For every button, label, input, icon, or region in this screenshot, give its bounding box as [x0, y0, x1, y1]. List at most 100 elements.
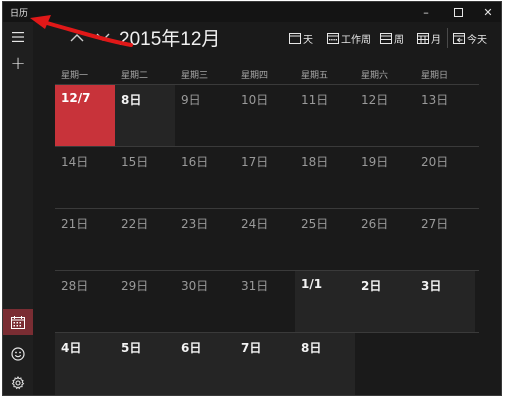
today-icon — [453, 32, 465, 44]
month-grid: 星期一 星期二 星期三 星期四 星期五 星期六 星期日 12/7 8日 9日 10日 11日 12日 1… — [55, 64, 479, 395]
today-button[interactable]: 今天 — [453, 30, 487, 46]
day-number: 12日 — [361, 93, 389, 107]
day-cell — [355, 333, 415, 395]
hamburger-menu-button[interactable] — [3, 24, 33, 50]
week-row: 28日 29日 30日 31日 1/1 2日 3日 — [55, 270, 479, 333]
week-view-icon — [380, 32, 392, 44]
calendar-view-button[interactable] — [3, 309, 33, 335]
week-row: 4日 5日 6日 7日 8日 — [55, 332, 479, 395]
day-cell[interactable]: 5日 — [115, 333, 175, 395]
day-number: 15日 — [121, 155, 149, 169]
weekday-label: 星期六 — [361, 71, 389, 81]
day-cell[interactable]: 13日 — [415, 85, 475, 147]
day-cell[interactable]: 2日 — [355, 271, 415, 333]
day-cell[interactable]: 14日 — [55, 147, 115, 209]
day-number: 10日 — [241, 93, 269, 107]
day-number: 25日 — [301, 217, 329, 231]
day-cell[interactable]: 19日 — [355, 147, 415, 209]
day-cell[interactable]: 31日 — [235, 271, 295, 333]
day-cell[interactable]: 28日 — [55, 271, 115, 333]
view-week-button[interactable]: 周 — [380, 30, 404, 46]
day-cell[interactable]: 23日 — [175, 209, 235, 271]
close-button[interactable]: ✕ — [473, 2, 503, 22]
day-cell[interactable]: 21日 — [55, 209, 115, 271]
view-week-label: 周 — [394, 34, 404, 46]
day-number: 24日 — [241, 217, 269, 231]
view-workweek-button[interactable]: 工作周 — [327, 30, 371, 46]
day-number: 29日 — [121, 279, 149, 293]
maximize-button[interactable] — [443, 2, 473, 22]
new-event-button[interactable]: + — [3, 50, 33, 76]
day-number: 16日 — [181, 155, 209, 169]
day-cell[interactable]: 9日 — [175, 85, 235, 147]
day-cell[interactable]: 29日 — [115, 271, 175, 333]
day-number: 13日 — [421, 93, 449, 107]
week-row: 12/7 8日 9日 10日 11日 12日 13日 — [55, 84, 479, 147]
view-month-label: 月 — [431, 34, 441, 46]
today-label: 今天 — [467, 34, 487, 46]
day-number: 6日 — [181, 341, 202, 355]
day-cell[interactable]: 26日 — [355, 209, 415, 271]
day-number: 30日 — [181, 279, 209, 293]
day-number: 1/1 — [301, 277, 323, 291]
next-month-button[interactable] — [93, 27, 113, 47]
day-number: 12/7 — [61, 91, 91, 105]
view-workweek-label: 工作周 — [341, 34, 371, 46]
workweek-view-icon — [327, 32, 339, 44]
day-cell[interactable]: 27日 — [415, 209, 475, 271]
day-number: 2日 — [361, 279, 382, 293]
day-cell[interactable]: 22日 — [115, 209, 175, 271]
day-cell[interactable]: 1/1 — [295, 271, 355, 333]
day-cell-today[interactable]: 12/7 — [55, 85, 115, 147]
day-cell[interactable]: 7日 — [235, 333, 295, 395]
day-number: 9日 — [181, 93, 201, 107]
day-number: 18日 — [301, 155, 329, 169]
month-title[interactable]: 2015年12月 — [119, 24, 220, 51]
day-cell[interactable]: 12日 — [355, 85, 415, 147]
day-number: 27日 — [421, 217, 449, 231]
day-number: 21日 — [61, 217, 89, 231]
day-cell — [415, 333, 475, 395]
day-cell[interactable]: 3日 — [415, 271, 475, 333]
settings-button[interactable] — [3, 370, 33, 396]
day-cell[interactable]: 10日 — [235, 85, 295, 147]
weekday-label: 星期四 — [241, 71, 269, 81]
day-cell[interactable]: 20日 — [415, 147, 475, 209]
view-month-button[interactable]: 月 — [417, 30, 441, 46]
feedback-button[interactable] — [3, 341, 33, 367]
view-day-label: 天 — [303, 34, 313, 46]
day-number: 7日 — [241, 341, 262, 355]
day-number: 3日 — [421, 279, 442, 293]
view-day-button[interactable]: 天 — [289, 30, 313, 46]
app-title: 日历 — [10, 9, 29, 19]
calendar-icon — [11, 315, 25, 329]
day-cell[interactable]: 24日 — [235, 209, 295, 271]
day-cell[interactable]: 11日 — [295, 85, 355, 147]
weekday-label: 星期五 — [301, 71, 329, 81]
day-cell[interactable]: 25日 — [295, 209, 355, 271]
day-cell[interactable]: 18日 — [295, 147, 355, 209]
left-rail: + — [3, 22, 33, 395]
day-cell[interactable]: 16日 — [175, 147, 235, 209]
chevron-up-icon — [70, 33, 84, 41]
day-number: 31日 — [241, 279, 269, 293]
calendar-header: 2015年12月 天 工作周 周 月 今天 — [33, 22, 501, 54]
week-row: 14日 15日 16日 17日 18日 19日 20日 — [55, 146, 479, 209]
day-number: 22日 — [121, 217, 149, 231]
day-number: 5日 — [121, 341, 142, 355]
day-cell[interactable]: 17日 — [235, 147, 295, 209]
weekday-label: 星期日 — [421, 71, 449, 81]
day-cell[interactable]: 6日 — [175, 333, 235, 395]
weekday-label: 星期三 — [181, 71, 209, 81]
day-cell[interactable]: 15日 — [115, 147, 175, 209]
weekday-label: 星期一 — [61, 71, 89, 81]
day-cell[interactable]: 4日 — [55, 333, 115, 395]
day-cell[interactable]: 30日 — [175, 271, 235, 333]
chevron-down-icon — [96, 33, 110, 41]
previous-month-button[interactable] — [67, 27, 87, 47]
day-cell[interactable]: 8日 — [295, 333, 355, 395]
weekday-label: 星期二 — [121, 71, 149, 81]
minimize-button[interactable]: – — [411, 2, 441, 22]
calendar-window: 日历 – ✕ + 2015年12月 天 工作周 周 月 今天 星期一 星期二 星… — [2, 1, 502, 396]
day-cell[interactable]: 8日 — [115, 85, 175, 147]
